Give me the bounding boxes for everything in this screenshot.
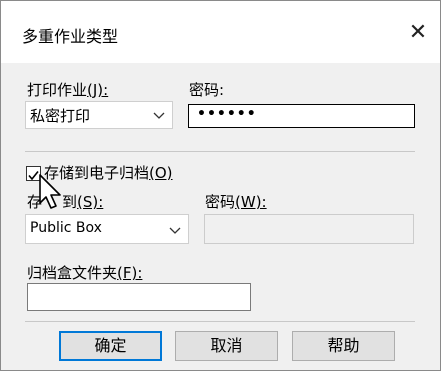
- multiple-job-type-dialog: 多重作业类型 ✕ 打印作业(J): 私密打印 密码: •••••• 存储到电子归…: [0, 0, 441, 371]
- print-job-select[interactable]: 私密打印: [25, 101, 173, 129]
- ok-button[interactable]: 确定: [59, 331, 162, 361]
- password2-field[interactable]: [204, 214, 414, 244]
- folder-label: 归档盒文件夹(F):: [27, 264, 143, 282]
- cancel-button[interactable]: 取消: [175, 331, 278, 361]
- password-field[interactable]: ••••••: [188, 104, 415, 128]
- chevron-down-icon: [153, 112, 165, 119]
- dialog-title: 多重作业类型: [22, 27, 119, 46]
- mouse-pointer-icon: [39, 174, 61, 209]
- store-to-selected-value: Public Box: [30, 220, 102, 236]
- folder-field[interactable]: [27, 283, 251, 311]
- ok-button-label: 确定: [94, 336, 127, 355]
- password-label: 密码:: [189, 81, 225, 99]
- store-to-select[interactable]: Public Box: [25, 214, 189, 244]
- print-job-selected-value: 私密打印: [30, 107, 91, 125]
- title-bar: 多重作业类型 ✕: [1, 1, 440, 63]
- store-e-filing-label[interactable]: 存储到电子归档(O): [44, 162, 173, 183]
- separator: [25, 321, 415, 322]
- cancel-button-label: 取消: [210, 336, 243, 355]
- password-masked-value: ••••••: [197, 106, 257, 122]
- print-job-label: 打印作业(J):: [27, 81, 109, 99]
- help-button-label: 帮助: [327, 336, 360, 355]
- help-button[interactable]: 帮助: [292, 331, 395, 361]
- separator: [25, 151, 415, 152]
- password2-label: 密码(W):: [205, 193, 267, 211]
- chevron-down-icon: [169, 227, 181, 234]
- close-icon[interactable]: ✕: [403, 19, 433, 47]
